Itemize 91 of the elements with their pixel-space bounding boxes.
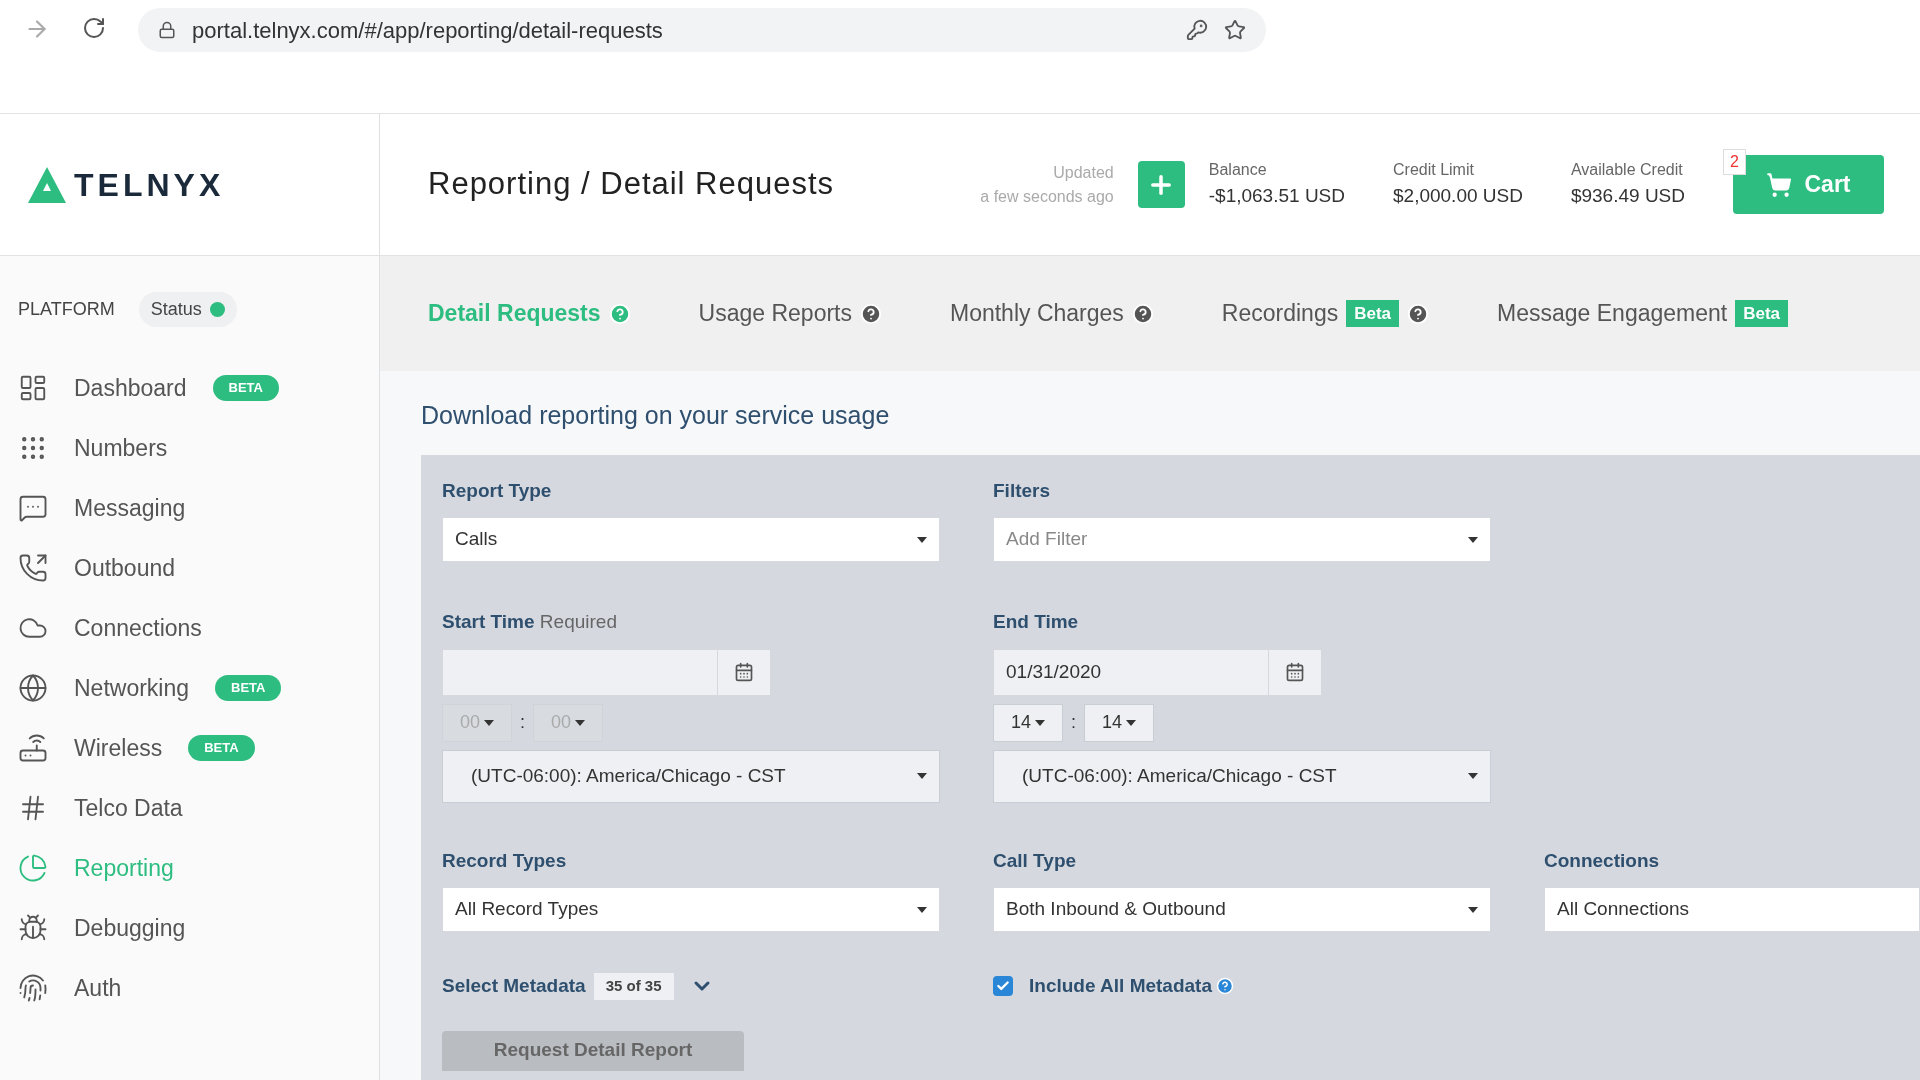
caret-icon: [917, 536, 927, 543]
tab[interactable]: Message Engagement Beta: [1497, 296, 1789, 331]
record-types-select[interactable]: All Record Types: [442, 887, 940, 932]
help-icon: [608, 302, 631, 325]
field-label: Filters: [993, 478, 1052, 503]
beta-badge: Beta: [1346, 299, 1400, 328]
caret-icon: [1468, 536, 1478, 543]
beta-badge: BETA: [212, 375, 279, 401]
time-separator: :: [1071, 711, 1076, 734]
caret-icon: [1035, 719, 1045, 726]
sidebar-item[interactable]: Connections: [0, 598, 379, 658]
caret-icon: [484, 719, 494, 726]
timezone-select[interactable]: (UTC-06:00): America/Chicago - CST: [993, 749, 1491, 803]
calendar-icon: [1285, 662, 1305, 682]
phone-icon: [18, 553, 48, 583]
tab[interactable]: Monthly Charges: [950, 296, 1154, 331]
beta-badge: BETA: [188, 735, 255, 761]
beta-badge: BETA: [215, 675, 282, 701]
section-label: PLATFORM: [18, 298, 115, 321]
field-label: End Time: [993, 610, 1080, 634]
stat-value: $2,000.00 USD: [1393, 184, 1523, 209]
cart-count-badge: 2: [1723, 149, 1746, 175]
key-icon: [1186, 19, 1208, 41]
dashboard-icon: [18, 373, 48, 403]
section-heading: Download reporting on your service usage: [421, 400, 891, 431]
help-icon: [1407, 302, 1430, 325]
router-icon: [18, 733, 48, 763]
field-label: Call Type: [993, 848, 1078, 873]
caret-icon: [1468, 906, 1478, 913]
stat-label: Balance: [1208, 160, 1268, 181]
sidebar-item[interactable]: Numbers: [0, 418, 379, 478]
call-type-select[interactable]: Both Inbound & Outbound: [993, 887, 1491, 932]
bug-icon: [18, 913, 48, 943]
count-badge: 35 of 35: [593, 973, 674, 1000]
stat-value: $936.49 USD: [1570, 184, 1685, 209]
field-label: Select Metadata: [442, 974, 586, 998]
calendar-icon: [734, 662, 754, 682]
sidebar-item[interactable]: Wireless BETA: [0, 718, 379, 778]
star-icon: [1224, 19, 1246, 41]
tab[interactable]: Recordings Beta: [1221, 296, 1430, 331]
pie-chart-icon: [18, 853, 48, 883]
sidebar-item[interactable]: Outbound: [0, 538, 379, 598]
report-type-select[interactable]: Calls: [442, 517, 940, 562]
sidebar-item[interactable]: Debugging: [0, 898, 379, 958]
calendar-button[interactable]: [718, 648, 771, 696]
sidebar-item[interactable]: Dashboard BETA: [0, 358, 379, 418]
updated-label: Updated: [1053, 162, 1114, 183]
url-text: portal.telnyx.com/#/app/reporting/detail-requests: [192, 16, 664, 45]
caret-icon: [917, 773, 927, 779]
field-label: Report Type: [442, 478, 553, 503]
minute-select[interactable]: 14: [1084, 703, 1154, 742]
fingerprint-icon: [18, 973, 48, 1003]
updated-time: a few seconds ago: [980, 186, 1114, 207]
caret-icon: [575, 719, 586, 726]
connections-select[interactable]: All Connections: [1544, 887, 1920, 932]
hour-select[interactable]: 14: [993, 703, 1063, 742]
sidebar-item[interactable]: Networking BETA: [0, 658, 379, 718]
chat-bubble-icon: [18, 493, 48, 523]
help-icon: [1216, 977, 1234, 996]
logo-mark-icon: [28, 166, 66, 203]
caret-icon: [917, 906, 927, 913]
help-icon: [860, 302, 882, 325]
sidebar-item[interactable]: Auth: [0, 958, 379, 1018]
page-title: Reporting / Detail Requests: [428, 165, 835, 204]
sidebar-item[interactable]: Telco Data: [0, 778, 379, 838]
stat-label: Credit Limit: [1393, 160, 1475, 181]
address-bar[interactable]: portal.telnyx.com/#/app/reporting/detail-requests: [138, 8, 1266, 52]
field-label: Start Time Required: [442, 610, 618, 634]
checkbox[interactable]: [993, 976, 1013, 997]
sidebar-item[interactable]: Messaging: [0, 478, 379, 538]
caret-icon: [1468, 773, 1478, 779]
help-icon: [1131, 302, 1154, 325]
globe-icon: [18, 673, 48, 703]
stat-value: -$1,063.51 USD: [1208, 184, 1345, 209]
field-label: Connections: [1544, 848, 1661, 873]
cart-icon: [1766, 171, 1793, 198]
lock-icon: [158, 21, 176, 39]
reload-icon[interactable]: [82, 16, 106, 40]
status-pill[interactable]: Status: [138, 292, 237, 327]
tab[interactable]: Usage Reports: [698, 296, 882, 331]
checkbox-label: Include All Metadata: [1029, 974, 1212, 998]
time-separator: :: [520, 711, 525, 734]
filter-select[interactable]: Add Filter: [993, 517, 1491, 562]
stat-label: Available Credit: [1570, 160, 1684, 181]
date-field[interactable]: 01/31/2020: [993, 648, 1269, 696]
calendar-button[interactable]: [1269, 648, 1322, 696]
logo: TELNYX: [28, 160, 225, 209]
caret-icon: [1126, 719, 1137, 726]
beta-badge: Beta: [1735, 299, 1789, 328]
date-field[interactable]: [442, 648, 718, 696]
field-label: Record Types: [442, 848, 568, 873]
